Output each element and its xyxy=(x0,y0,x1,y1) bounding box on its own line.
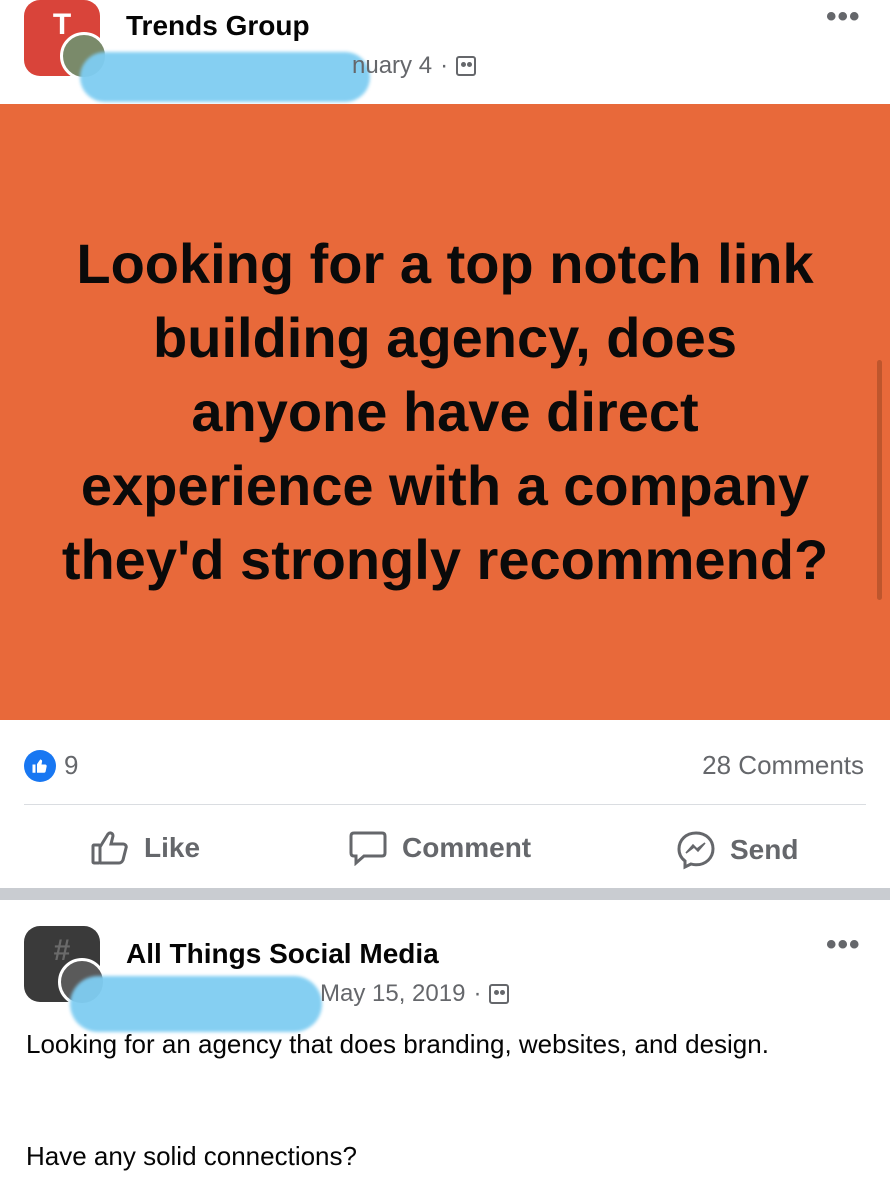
thumbs-up-icon xyxy=(91,831,128,865)
group-privacy-icon xyxy=(489,984,510,1004)
scrollbar[interactable] xyxy=(877,360,882,600)
meta-separator: · xyxy=(440,52,449,79)
send-button[interactable]: Send xyxy=(676,830,798,870)
group-name[interactable]: All Things Social Media xyxy=(126,938,439,970)
post-meta: May 15, 2019 · xyxy=(320,980,510,1008)
send-label: Send xyxy=(730,834,799,865)
post-body-line2: Have any solid connections? xyxy=(26,1141,357,1171)
meta-separator: · xyxy=(473,980,482,1007)
post-body-line1: Looking for an agency that does branding… xyxy=(26,1029,769,1059)
banner-text: Looking for a top notch link building ag… xyxy=(61,232,829,591)
redacted-name xyxy=(80,52,370,102)
comment-bubble-icon xyxy=(349,831,387,866)
post-meta: nuary 4 · xyxy=(352,52,477,80)
post-date[interactable]: nuary 4 xyxy=(352,52,432,80)
like-count[interactable]: 9 xyxy=(64,750,78,781)
messenger-icon xyxy=(677,831,715,870)
group-name[interactable]: Trends Group xyxy=(126,10,310,42)
comment-label: Comment xyxy=(402,832,532,863)
comments-count[interactable]: 28 Comments xyxy=(702,750,864,781)
more-dots-icon[interactable]: ••• xyxy=(826,928,861,962)
post-banner[interactable]: Looking for a top notch link building ag… xyxy=(0,104,890,720)
more-dots-icon[interactable]: ••• xyxy=(826,0,861,34)
group-privacy-icon xyxy=(456,56,477,76)
like-reaction-icon[interactable] xyxy=(24,750,56,782)
post-date[interactable]: May 15, 2019 xyxy=(320,980,465,1008)
post-separator xyxy=(0,888,890,900)
like-button[interactable]: Like xyxy=(90,830,200,866)
redacted-name xyxy=(70,976,322,1032)
like-label: Like xyxy=(144,832,201,863)
comment-button[interactable]: Comment xyxy=(348,830,531,866)
divider xyxy=(24,804,866,805)
